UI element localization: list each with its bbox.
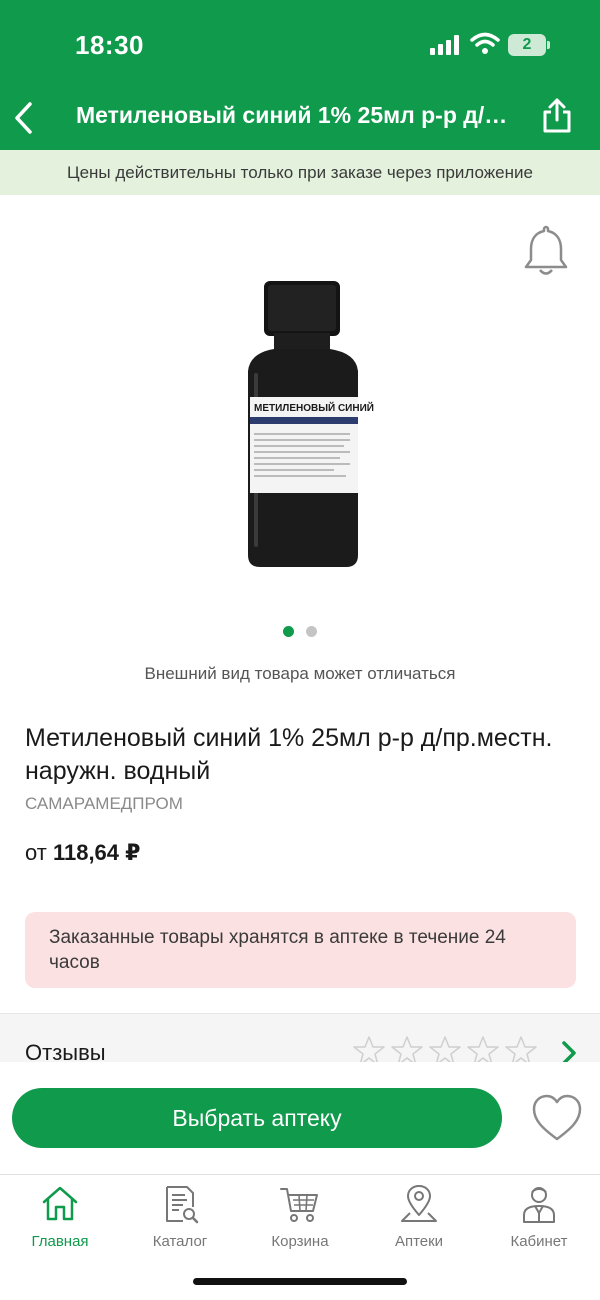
tab-catalog[interactable]: Каталог [130,1183,230,1253]
favorite-heart-icon[interactable] [530,1092,584,1144]
tab-label: Каталог [152,1233,208,1250]
select-pharmacy-button[interactable]: Выбрать аптеку [12,1088,502,1148]
battery-indicator: 2 [508,34,550,56]
pager-dot-2[interactable] [306,626,317,637]
tab-home[interactable]: Главная [10,1183,110,1253]
tab-pharmacies[interactable]: Аптеки [369,1183,469,1253]
tab-label: Кабинет [510,1233,568,1250]
tab-cart[interactable]: Корзина [250,1183,350,1253]
pager-dot-1[interactable] [283,626,294,637]
tab-label: Аптеки [394,1233,444,1250]
app-header: 18:30 2 Метиленовый синий 1% 25мл р-р д/… [0,0,600,150]
storage-info-banner: Заказанные товары хранятся в аптеке в те… [25,912,576,988]
price-value: 118,64 ₽ [52,840,141,865]
home-icon [42,1186,78,1221]
pharmacy-location-icon [401,1185,437,1222]
battery-level: 2 [522,36,532,53]
cellular-signal-icon [430,35,459,55]
image-disclaimer: Внешний вид товара может отличаться [144,664,456,683]
price-notice-banner: Цены действительны только при заказе чер… [0,150,600,195]
navigation-bar: Метиленовый синий 1% 25мл р-р д/пр.местн… [0,90,600,150]
status-time: 18:30 [75,30,144,60]
product-label-text: МЕТИЛЕНОВЫЙ СИНИЙ [254,401,374,414]
wifi-icon [470,32,500,54]
tab-label: Главная [31,1233,89,1250]
product-image[interactable]: МЕТИЛЕНОВЫЙ СИНИЙ [220,275,380,575]
image-pager [0,624,600,638]
action-bar: Выбрать аптеку [0,1062,600,1174]
share-icon[interactable] [540,96,574,136]
product-title: Метиленовый синий 1% 25мл р-р д/пр.местн… [25,724,553,785]
tab-profile[interactable]: Кабинет [489,1183,589,1253]
back-arrow-icon[interactable] [8,96,44,140]
profile-icon [523,1187,555,1223]
manufacturer: САМАРАМЕДПРОМ [25,794,183,813]
home-indicator [193,1278,407,1285]
notification-bell-icon[interactable] [520,222,572,278]
price: от 118,64 ₽ [25,840,140,866]
catalog-icon [166,1186,199,1224]
page-title: Метиленовый синий 1% 25мл р-р д/пр.местн… [76,102,516,128]
price-prefix: от [25,840,47,865]
tab-label: Корзина [271,1233,329,1250]
status-bar: 18:30 2 [0,0,600,90]
cart-icon [280,1188,318,1222]
